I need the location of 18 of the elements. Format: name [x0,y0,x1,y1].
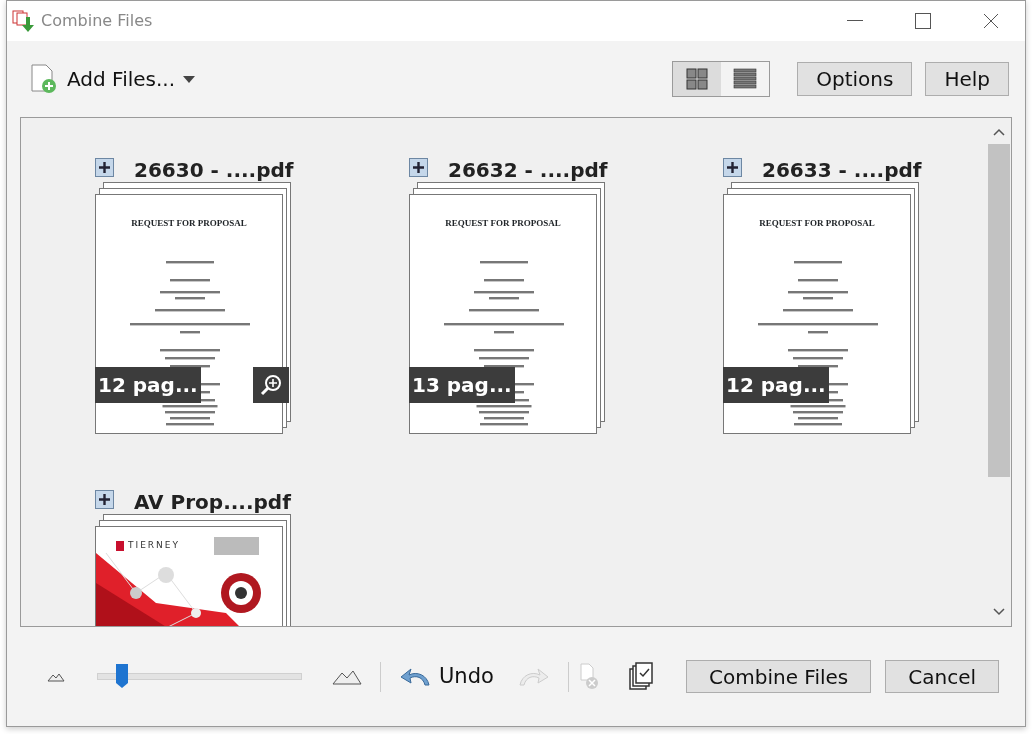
file-name: 26632 - ....pdf [448,157,608,184]
file-name: 26630 - ....pdf [134,157,294,184]
file-name: AV Prop....pdf [134,489,291,516]
document-heading: REQUEST FOR PROPOSAL [130,217,248,230]
page-count-badge: 13 pag... [409,367,515,403]
document-heading: REQUEST FOR PROPOSAL [444,217,562,230]
dialog-button[interactable]: Combine Files [686,660,872,693]
document-heading: REQUEST FOR PROPOSAL [758,217,876,230]
undo-button[interactable]: Undo [399,660,494,693]
logo-text: TIERNEY [128,539,180,552]
page-count-badge: 12 pag... [95,367,201,403]
add-files-button[interactable]: Add Files... [29,64,196,94]
page-count-badge: 12 pag... [723,367,829,403]
file-name: 26633 - ....pdf [762,157,922,184]
window-title: Combine Files [41,10,153,32]
toolbar-button[interactable]: Options [797,62,913,96]
toolbar-button[interactable]: Help [925,62,1009,96]
dialog-button[interactable]: Cancel [885,660,999,693]
